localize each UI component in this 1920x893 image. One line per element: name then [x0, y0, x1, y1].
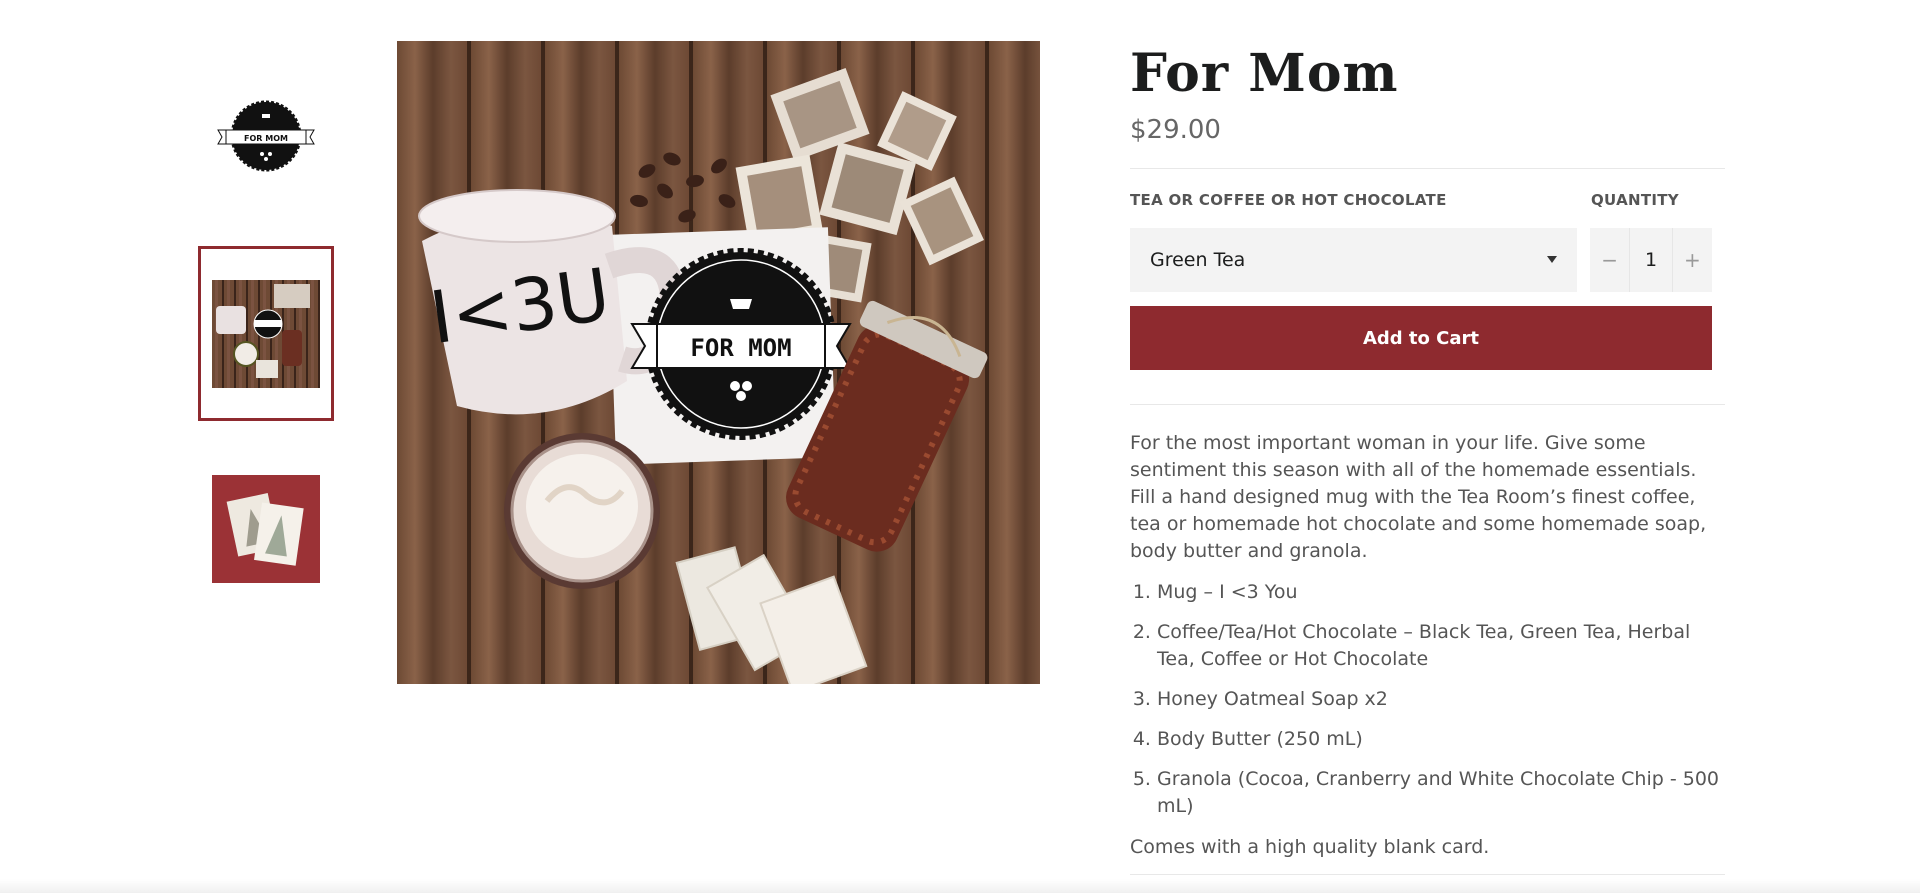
- thumbnail-card[interactable]: [198, 461, 334, 597]
- body-butter-jar: [504, 433, 660, 589]
- list-item: Granola (Cocoa, Cranberry and White Choc…: [1157, 766, 1725, 820]
- soap-bars: [675, 546, 868, 684]
- product-price: $29.00: [1130, 115, 1221, 145]
- main-product-image[interactable]: I<3U FOR MOM: [397, 41, 1040, 684]
- list-item: Body Butter (250 mL): [1157, 726, 1725, 753]
- thumbnail-product-photo[interactable]: [198, 246, 334, 421]
- description-footer: Comes with a high quality blank card.: [1130, 836, 1490, 858]
- quantity-decrease-button[interactable]: −: [1590, 228, 1629, 292]
- divider: [1130, 168, 1725, 169]
- list-item: Coffee/Tea/Hot Chocolate – Black Tea, Gr…: [1157, 619, 1725, 673]
- list-item: Honey Oatmeal Soap x2: [1157, 686, 1725, 713]
- product-photo-thumbnail-image: [212, 279, 320, 388]
- chevron-down-icon: [1547, 256, 1557, 263]
- variant-selected-value: Green Tea: [1150, 249, 1246, 271]
- quantity-label: QUANTITY: [1591, 191, 1679, 209]
- divider: [1130, 874, 1725, 875]
- bottom-shadow: [0, 879, 1920, 893]
- variant-label: TEA OR COFFEE OR HOT CHOCOLATE: [1130, 191, 1447, 209]
- thumbnail-list: FOR MOM: [198, 68, 334, 637]
- quantity-increase-button[interactable]: +: [1673, 228, 1712, 292]
- quantity-stepper[interactable]: − 1 +: [1590, 228, 1712, 292]
- logo-text: FOR MOM: [690, 334, 791, 362]
- divider: [1130, 404, 1725, 405]
- thumb-logo-text: FOR MOM: [244, 134, 288, 143]
- for-mom-logo-image: FOR MOM: [212, 82, 320, 190]
- variant-select[interactable]: Green Tea: [1130, 228, 1577, 292]
- list-item: Mug – I <3 You: [1157, 579, 1725, 606]
- add-to-cart-button[interactable]: Add to Cart: [1130, 306, 1712, 370]
- contents-list: Mug – I <3 You Coffee/Tea/Hot Chocolate …: [1130, 579, 1725, 820]
- product-title: For Mom: [1130, 43, 1399, 104]
- thumbnail-logo[interactable]: FOR MOM: [198, 68, 334, 204]
- quantity-input[interactable]: 1: [1629, 228, 1673, 292]
- blank-card-thumbnail-image: [212, 475, 320, 583]
- product-info: For Mom $29.00 TEA OR COFFEE OR HOT CHOC…: [1130, 40, 1725, 875]
- product-description: For the most important woman in your lif…: [1130, 430, 1725, 875]
- description-intro: For the most important woman in your lif…: [1130, 432, 1707, 562]
